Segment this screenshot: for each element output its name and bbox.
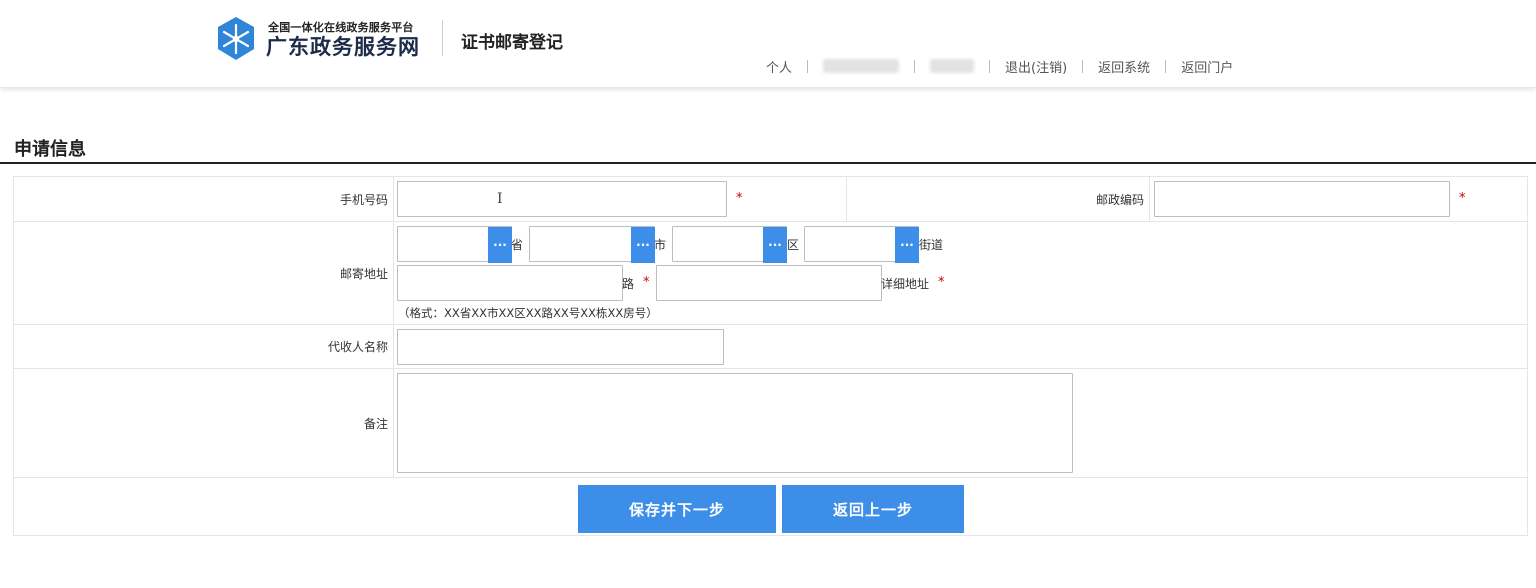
detail-address-suffix: 详细地址 <box>881 277 930 291</box>
nav-separator <box>1165 59 1167 73</box>
logo-title: 广东政务服务网 <box>266 35 420 59</box>
header-divider <box>442 20 443 56</box>
phone-input[interactable] <box>397 181 727 217</box>
nav-back-system[interactable]: 返回系统 <box>1098 57 1150 76</box>
address-format-hint: （格式：XX省XX市XX区XX路XX号XX栋XX房号） <box>398 306 658 320</box>
form-row-actions: 保存并下一步 返回上一步 <box>14 478 1527 535</box>
save-next-button[interactable]: 保存并下一步 <box>578 485 776 533</box>
city-input[interactable]: ··· <box>529 226 655 263</box>
road-required-mark: * <box>643 275 650 290</box>
nav-separator <box>807 59 809 73</box>
page-header: 全国一体化在线政务服务平台 广东政务服务网 证书邮寄登记 个人 退出(注销) 返… <box>0 0 1536 88</box>
detail-address-input[interactable] <box>656 265 882 301</box>
back-prev-button[interactable]: 返回上一步 <box>782 485 964 533</box>
form-row-remark: 备注 <box>14 369 1527 478</box>
postcode-input[interactable] <box>1154 181 1450 217</box>
nav-personal[interactable]: 个人 <box>766 57 792 76</box>
phone-required-mark: * <box>736 191 743 206</box>
city-picker-button[interactable]: ··· <box>631 227 655 263</box>
section-title: 申请信息 <box>14 139 86 160</box>
street-suffix: 街道 <box>919 238 944 252</box>
district-input[interactable]: ··· <box>672 226 787 263</box>
street-input[interactable]: ··· <box>804 226 919 263</box>
street-picker-button[interactable]: ··· <box>895 227 919 263</box>
road-suffix: 路 <box>622 277 635 291</box>
receiver-label: 代收人名称 <box>14 325 394 368</box>
road-input[interactable] <box>397 265 623 301</box>
application-form: 手机号码 I * 邮政编码 * 邮寄地址 ··· 省 ··· 市 ··· 区 ·… <box>13 176 1528 536</box>
city-suffix: 市 <box>654 238 667 252</box>
nav-separator <box>914 59 916 73</box>
cell-divider <box>1149 177 1150 222</box>
user-name-redacted <box>823 59 900 73</box>
district-suffix: 区 <box>787 238 800 252</box>
nav-back-portal[interactable]: 返回门户 <box>1181 57 1233 76</box>
phone-label: 手机号码 <box>14 177 394 221</box>
form-row-receiver: 代收人名称 <box>14 325 1527 369</box>
province-input[interactable]: ··· <box>397 226 512 263</box>
remark-label: 备注 <box>14 369 394 477</box>
logo-icon <box>218 17 254 60</box>
remark-textarea[interactable] <box>397 373 1073 473</box>
text-cursor-icon: I <box>497 191 503 207</box>
address-label: 邮寄地址 <box>14 222 394 324</box>
detail-required-mark: * <box>938 275 945 290</box>
nav-separator <box>1082 59 1084 73</box>
form-row-phone: 手机号码 I * 邮政编码 * <box>14 177 1527 222</box>
nav-logout[interactable]: 退出(注销) <box>1005 57 1067 76</box>
form-row-address: 邮寄地址 ··· 省 ··· 市 ··· 区 ··· 街道 路 * 详细地址 *… <box>14 222 1527 325</box>
nav-separator <box>989 59 991 73</box>
user-org-redacted <box>930 59 975 73</box>
receiver-input[interactable] <box>397 329 724 365</box>
province-suffix: 省 <box>511 238 524 252</box>
page-title: 证书邮寄登记 <box>461 33 563 53</box>
cell-divider <box>846 177 847 222</box>
postcode-label: 邮政编码 <box>1096 193 1145 207</box>
province-picker-button[interactable]: ··· <box>488 227 512 263</box>
section-divider <box>0 162 1536 164</box>
district-picker-button[interactable]: ··· <box>763 227 787 263</box>
postcode-required-mark: * <box>1459 191 1466 206</box>
top-nav: 个人 退出(注销) 返回系统 返回门户 <box>766 56 1233 76</box>
